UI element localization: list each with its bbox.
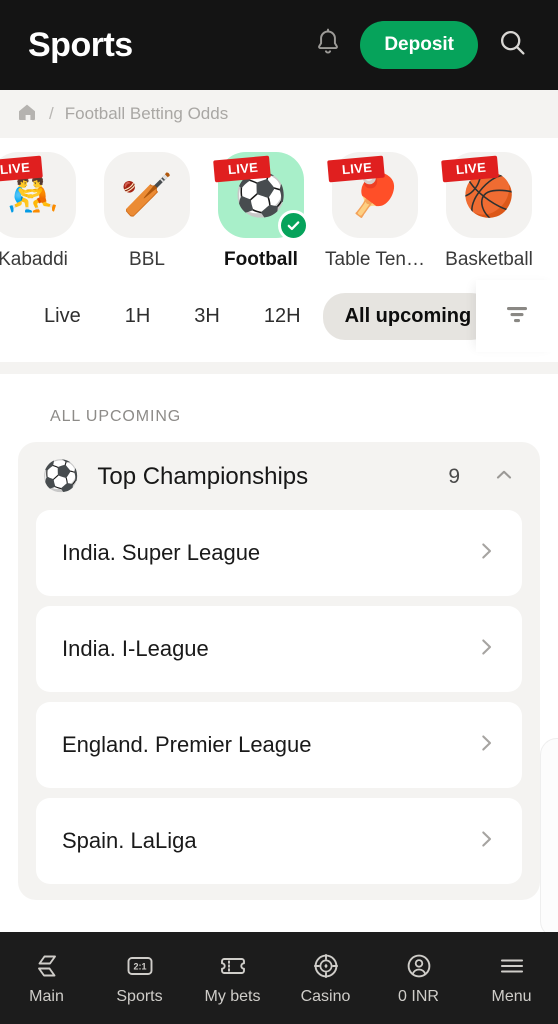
nav-label: Sports bbox=[116, 987, 163, 1005]
betslip-edge-tab[interactable] bbox=[540, 738, 558, 938]
group-header[interactable]: ⚽ Top Championships 9 bbox=[18, 442, 540, 510]
check-icon bbox=[278, 210, 309, 241]
league-row[interactable]: England. Premier League bbox=[36, 702, 522, 788]
sport-label: Kabaddi bbox=[0, 249, 68, 270]
time-filter-all-upcoming[interactable]: All upcoming bbox=[322, 292, 494, 340]
nav-item-sports[interactable]: 2:1 Sports bbox=[93, 951, 186, 1006]
breadcrumb-separator: / bbox=[49, 104, 54, 123]
deposit-button[interactable]: Deposit bbox=[360, 21, 478, 69]
section-divider bbox=[0, 362, 558, 374]
page-title: Sports bbox=[28, 25, 133, 64]
filter-button[interactable] bbox=[476, 280, 558, 352]
app-header: Sports Deposit bbox=[0, 0, 558, 90]
chevron-right-icon bbox=[474, 635, 498, 664]
league-row[interactable]: India. I-League bbox=[36, 606, 522, 692]
league-name: India. Super League bbox=[62, 540, 261, 565]
group-count: 9 bbox=[448, 465, 460, 488]
nav-item-casino[interactable]: Casino bbox=[279, 951, 372, 1006]
sport-label: Football bbox=[224, 249, 298, 270]
section-label: ALL UPCOMING bbox=[50, 408, 182, 425]
time-filter-list[interactable]: Live 1H 3H 12H All upcoming bbox=[0, 280, 558, 352]
bell-icon bbox=[314, 28, 342, 63]
nav-label: Main bbox=[29, 987, 64, 1005]
sport-tile[interactable]: 🏏 bbox=[104, 152, 190, 238]
chevron-right-icon bbox=[474, 539, 498, 568]
nav-label: Menu bbox=[491, 987, 532, 1005]
league-name: England. Premier League bbox=[62, 732, 312, 757]
league-row[interactable]: Spain. LaLiga bbox=[36, 798, 522, 884]
ticket-icon bbox=[218, 951, 248, 981]
home-icon[interactable] bbox=[16, 101, 38, 128]
filter-icon bbox=[502, 302, 532, 331]
time-filter-bar: Live 1H 3H 12H All upcoming bbox=[0, 280, 558, 362]
group-title: Top Championships bbox=[97, 463, 309, 490]
app-root: Sports Deposit / Football Betting Odds 🤼… bbox=[0, 0, 558, 1024]
user-circle-icon bbox=[405, 951, 433, 981]
search-button[interactable] bbox=[488, 20, 538, 70]
sport-tile[interactable]: 🏓 LIVE bbox=[327, 152, 418, 238]
breadcrumb: / Football Betting Odds bbox=[0, 90, 558, 138]
scoreboard-icon: 2:1 bbox=[125, 951, 155, 981]
chevron-up-icon[interactable] bbox=[492, 463, 516, 492]
sport-item-football[interactable]: ⚽ LIVE Football bbox=[204, 152, 318, 271]
sport-emoji-icon: 🏀 bbox=[462, 171, 516, 218]
time-filter-3h[interactable]: 3H bbox=[172, 293, 242, 340]
league-name: India. I-League bbox=[62, 636, 209, 661]
nav-item-menu[interactable]: Menu bbox=[465, 951, 558, 1006]
sport-item-basketball[interactable]: 🏀 LIVE Basketball bbox=[432, 152, 546, 271]
nav-item-my-bets[interactable]: My bets bbox=[186, 951, 279, 1006]
sport-item-tableten[interactable]: 🏓 LIVE Table Ten… bbox=[318, 152, 432, 271]
nav-label: My bets bbox=[204, 987, 261, 1005]
nav-label: Casino bbox=[300, 987, 351, 1005]
time-filter-1h[interactable]: 1H bbox=[103, 293, 173, 340]
nav-item-0-inr[interactable]: 0 INR bbox=[372, 951, 465, 1006]
chevron-right-icon bbox=[474, 731, 498, 760]
bottom-navigation[interactable]: Main 2:1 Sports My bets Casino 0 INR Menu bbox=[0, 932, 558, 1024]
nav-label: 0 INR bbox=[398, 987, 439, 1005]
sport-label: Basketball bbox=[445, 249, 533, 270]
search-icon bbox=[498, 28, 528, 63]
sport-item-kabaddi[interactable]: 🤼 LIVE Kabaddi bbox=[0, 152, 90, 271]
sport-emoji-icon: 🏏 bbox=[120, 171, 174, 218]
sport-tile[interactable]: 🤼 LIVE bbox=[0, 152, 76, 238]
sport-emoji-icon: 🤼 bbox=[6, 171, 60, 218]
football-icon: ⚽ bbox=[42, 460, 80, 493]
casino-chip-icon bbox=[312, 951, 340, 981]
sports-carousel[interactable]: 🤼 LIVE Kabaddi 🏏 BBL ⚽ LIVE Football 🏓 LIVE Table … bbox=[0, 138, 558, 280]
sport-emoji-icon: ⚽ bbox=[234, 171, 288, 218]
nav-item-main[interactable]: Main bbox=[0, 951, 93, 1006]
league-name: Spain. LaLiga bbox=[62, 828, 197, 853]
league-list: India. Super League India. I-League Englan… bbox=[18, 510, 540, 884]
sport-tile[interactable]: ⚽ LIVE bbox=[213, 152, 309, 241]
sport-label: BBL bbox=[129, 249, 165, 270]
championships-group: ⚽ Top Championships 9 India. Super Leagu… bbox=[18, 442, 540, 900]
notifications-button[interactable] bbox=[302, 19, 354, 71]
breadcrumb-current: Football Betting Odds bbox=[64, 104, 229, 123]
time-filter-live[interactable]: Live bbox=[22, 293, 103, 340]
sport-tile[interactable]: 🏀 LIVE bbox=[441, 152, 532, 238]
svg-text:2:1: 2:1 bbox=[133, 961, 146, 971]
sport-label: Table Ten… bbox=[325, 249, 425, 270]
main-content: ALL UPCOMING ⚽ Top Championships 9 India… bbox=[0, 374, 558, 900]
hamburger-icon bbox=[497, 951, 527, 981]
chevron-right-icon bbox=[474, 827, 498, 856]
time-filter-12h[interactable]: 12H bbox=[242, 293, 323, 340]
sport-emoji-icon: 🏓 bbox=[348, 171, 402, 218]
main-icon bbox=[33, 951, 61, 981]
sport-item-bbl[interactable]: 🏏 BBL bbox=[90, 152, 204, 271]
league-row[interactable]: India. Super League bbox=[36, 510, 522, 596]
